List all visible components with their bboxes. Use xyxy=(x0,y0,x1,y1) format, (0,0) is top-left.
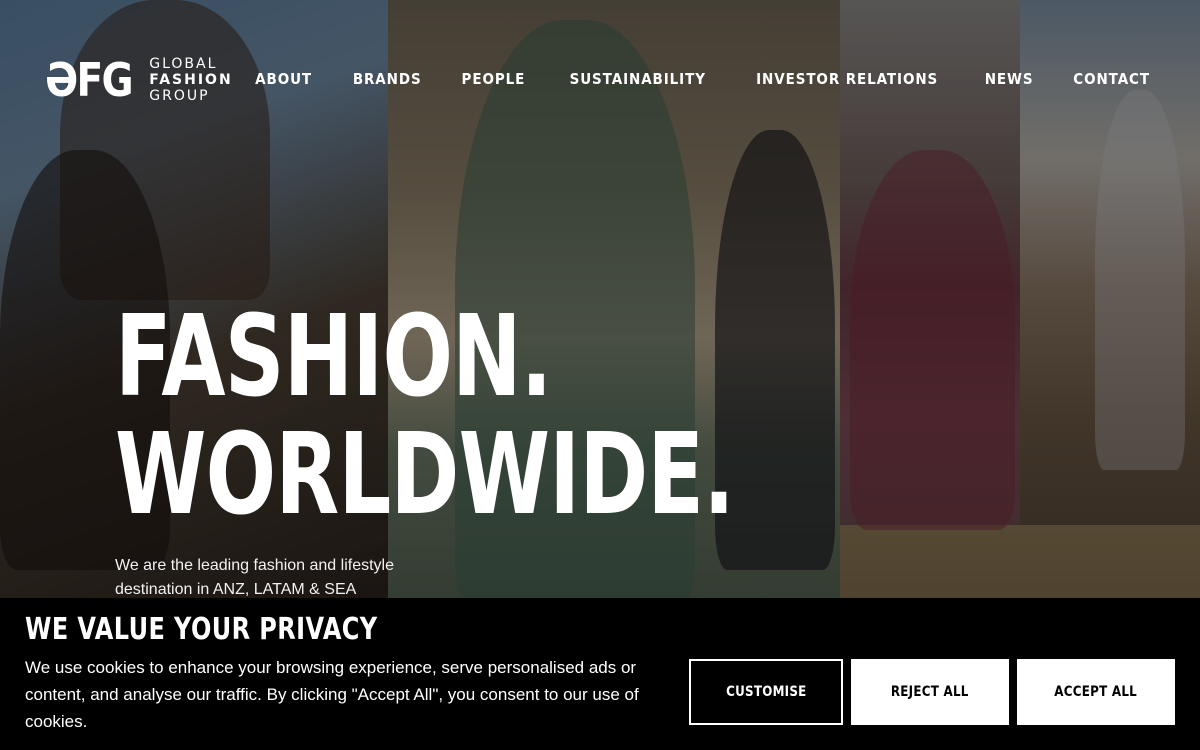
nav-item-people[interactable]: PEOPLE xyxy=(462,70,526,88)
page: ƏFG GLOBAL FASHION GROUP ABOUT BRANDS PE… xyxy=(0,0,1200,750)
reject-all-button[interactable]: REJECT ALL xyxy=(851,659,1009,725)
logo-line: GLOBAL xyxy=(149,56,218,72)
accept-all-button-label: ACCEPT ALL xyxy=(1054,684,1138,700)
cookie-banner: WE VALUE YOUR PRIVACY We use cookies to … xyxy=(0,598,1200,750)
nav-item-sustainability[interactable]: SUSTAINABILITY xyxy=(569,70,705,88)
hero-subtitle: We are the leading fashion and lifestyle… xyxy=(115,557,394,598)
hero-title: FASHION. WORLDWIDE. xyxy=(115,298,735,534)
logo-line: GROUP xyxy=(149,88,210,104)
nav-item-about[interactable]: ABOUT xyxy=(256,70,313,88)
accept-all-button[interactable]: ACCEPT ALL xyxy=(1017,659,1175,725)
main-nav: ABOUT BRANDS PEOPLE SUSTAINABILITY INVES… xyxy=(252,70,1154,88)
cookie-banner-text: We use cookies to enhance your browsing … xyxy=(25,658,639,731)
nav-item-contact[interactable]: CONTACT xyxy=(1073,70,1150,88)
logo-wordmark: GLOBAL FASHION GROUP xyxy=(149,56,232,104)
customise-button-label: CUSTOMISE xyxy=(725,684,807,700)
reject-all-button-label: REJECT ALL xyxy=(891,684,969,700)
nav-item-brands[interactable]: BRANDS xyxy=(352,70,421,88)
customise-button[interactable]: CUSTOMISE xyxy=(689,659,843,725)
nav-item-news[interactable]: NEWS xyxy=(984,70,1033,88)
nav-item-investor-relations[interactable]: INVESTOR RELATIONS xyxy=(756,70,938,88)
cookie-banner-title: WE VALUE YOUR PRIVACY xyxy=(25,612,378,647)
hero-title-line: WORLDWIDE. xyxy=(115,410,735,540)
hero-title-line: FASHION. xyxy=(115,292,552,422)
gfg-logo[interactable]: ƏFG GLOBAL FASHION GROUP xyxy=(45,56,233,104)
logo-mark: ƏFG xyxy=(45,53,134,107)
logo-line: FASHION xyxy=(149,72,233,88)
